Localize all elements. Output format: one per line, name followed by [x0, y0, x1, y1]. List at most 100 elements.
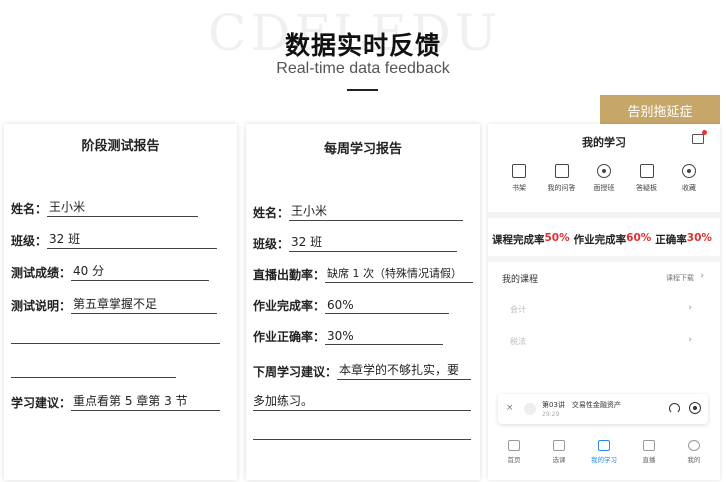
stat-label: 正确率 — [655, 234, 687, 246]
home-icon — [508, 440, 520, 451]
field-value: 重点看第 5 章第 3 节 — [71, 392, 221, 411]
bottom-tab-bar: 首页 选课 我的学习 直播 我的 — [494, 440, 714, 464]
class-row: 班级： 32 班 — [253, 233, 458, 252]
procrastination-tag: 告别拖延症 — [600, 95, 720, 125]
nav-label: 面授班 — [593, 184, 615, 192]
stat-value: 30% — [686, 232, 712, 244]
headphones-icon[interactable] — [669, 403, 680, 414]
page-title: 数据实时反馈 — [284, 31, 441, 60]
chevron-right-icon: › — [688, 335, 692, 345]
chevron-right-icon: › — [688, 303, 692, 313]
nav-item-bookshelf[interactable]: 书架 — [498, 164, 540, 193]
field-value: 本章学的不够扎实，要 — [337, 361, 472, 380]
name-row: 姓名： 王小米 — [11, 198, 199, 217]
app-quick-nav: 书架 我的问答 面授班 答疑板 收藏 — [498, 164, 710, 193]
tab-home[interactable]: 首页 — [494, 440, 534, 464]
play-icon[interactable] — [689, 402, 701, 414]
field-label: 姓名： — [253, 206, 290, 220]
field-value: 30% — [325, 329, 444, 345]
stat-value: 50% — [544, 232, 570, 244]
test-note-row: 测试说明： 第五章掌握不足 — [11, 295, 218, 314]
nav-label: 我的问答 — [547, 184, 576, 192]
class-row: 班级： 32 班 — [11, 230, 218, 249]
nav-item-favorites[interactable]: 收藏 — [668, 164, 710, 193]
close-icon[interactable]: × — [506, 403, 514, 413]
field-label: 学习建议： — [11, 396, 72, 410]
field-label: 作业正确率： — [253, 330, 326, 344]
field-label: 直播出勤率： — [253, 268, 326, 282]
tab-label: 选课 — [552, 456, 566, 464]
nav-label: 收藏 — [682, 184, 696, 192]
field-label: 下周学习建议： — [253, 365, 338, 379]
field-value: 32 班 — [289, 233, 458, 252]
message-icon[interactable] — [692, 130, 707, 144]
tab-label: 直播 — [642, 456, 656, 464]
page-subtitle: Real-time data feedback — [276, 60, 450, 77]
course-item-accounting[interactable]: 会计 — [510, 304, 526, 315]
tab-label: 首页 — [507, 456, 521, 464]
report-title: 阶段测试报告 — [81, 139, 160, 154]
stat-label: 课程完成率 — [492, 234, 545, 246]
user-icon — [688, 440, 700, 451]
score-row: 测试成绩： 40 分 — [11, 262, 210, 281]
tv-icon — [643, 440, 655, 451]
field-label: 测试成绩： — [11, 266, 72, 280]
chevron-right-icon: › — [700, 271, 704, 281]
book-icon — [598, 440, 610, 451]
attendance-row: 直播出勤率： 缺席 1 次（特殊情况请假） — [253, 265, 474, 283]
nav-item-my-qa[interactable]: 我的问答 — [541, 164, 583, 193]
tab-my-study[interactable]: 我的学习 — [584, 440, 624, 464]
blank-line — [11, 377, 176, 378]
course-item-tax-law[interactable]: 税法 — [510, 336, 526, 347]
tab-label: 我的 — [687, 456, 701, 464]
stat-value: 60% — [626, 232, 652, 244]
mini-player[interactable]: × 第03讲 交易性金融资产 29:29 — [498, 394, 708, 424]
nav-item-class[interactable]: 面授班 — [583, 164, 625, 193]
my-courses-title: 我的课程 — [502, 275, 539, 285]
field-label: 作业完成率： — [253, 299, 326, 313]
blank-line — [253, 439, 471, 440]
nav-label: 书架 — [512, 184, 526, 192]
homework-completion-row: 作业完成率： 60% — [253, 297, 450, 314]
weekly-report-card: 每周学习报告 姓名： 王小米 班级： 32 班 直播出勤率： 缺席 1 次（特殊… — [246, 124, 480, 480]
tab-courses[interactable]: 选课 — [539, 440, 579, 464]
disc-icon — [524, 403, 536, 415]
field-label: 测试说明： — [11, 299, 72, 313]
course-download-link[interactable]: 课程下载 — [666, 273, 694, 283]
field-label: 班级： — [11, 234, 48, 248]
homework-accuracy-row: 作业正确率： 30% — [253, 328, 444, 345]
field-value: 32 班 — [47, 230, 218, 249]
completion-stats: 课程完成率 50% 作业完成率 60% 正确率 30% — [492, 232, 712, 247]
app-title: 我的学习 — [582, 136, 626, 149]
target-icon — [682, 164, 696, 178]
section-divider — [488, 212, 720, 218]
person-icon — [597, 164, 611, 178]
grid-icon — [553, 440, 565, 451]
advice-continuation: 多加练习。 — [253, 392, 471, 411]
report-title: 每周学习报告 — [323, 142, 402, 157]
field-value: 60% — [325, 298, 450, 314]
app-screen-card: 我的学习 书架 我的问答 面授班 答疑板 收藏 课程完成率 50% 作业完成率 … — [488, 124, 720, 480]
field-value: 第五章掌握不足 — [71, 295, 218, 314]
study-advice-row: 学习建议： 重点看第 5 章第 3 节 — [11, 392, 221, 411]
lesson-title: 第03讲 交易性金融资产 — [542, 401, 621, 409]
section-divider — [488, 256, 720, 262]
chat-icon — [554, 164, 569, 178]
field-label: 班级： — [253, 237, 290, 251]
tab-live[interactable]: 直播 — [629, 440, 669, 464]
title-divider — [347, 89, 378, 91]
clipboard-icon — [639, 164, 654, 178]
advice-continuation-row: 多加练习。 — [253, 392, 471, 411]
next-week-advice-row: 下周学习建议： 本章学的不够扎实，要 — [253, 361, 472, 380]
stat-label: 作业完成率 — [573, 234, 627, 246]
field-value: 40 分 — [71, 262, 210, 281]
bookshelf-icon — [512, 164, 526, 178]
field-value: 王小米 — [289, 202, 464, 221]
name-row: 姓名： 王小米 — [253, 202, 464, 221]
stage-test-report-card: 阶段测试报告 姓名： 王小米 班级： 32 班 测试成绩： 40 分 测试说明：… — [4, 124, 237, 480]
tab-me[interactable]: 我的 — [674, 440, 714, 464]
field-value: 王小米 — [47, 198, 199, 217]
nav-item-qa-board[interactable]: 答疑板 — [626, 164, 668, 193]
nav-label: 答疑板 — [636, 184, 657, 192]
blank-line — [11, 343, 220, 344]
